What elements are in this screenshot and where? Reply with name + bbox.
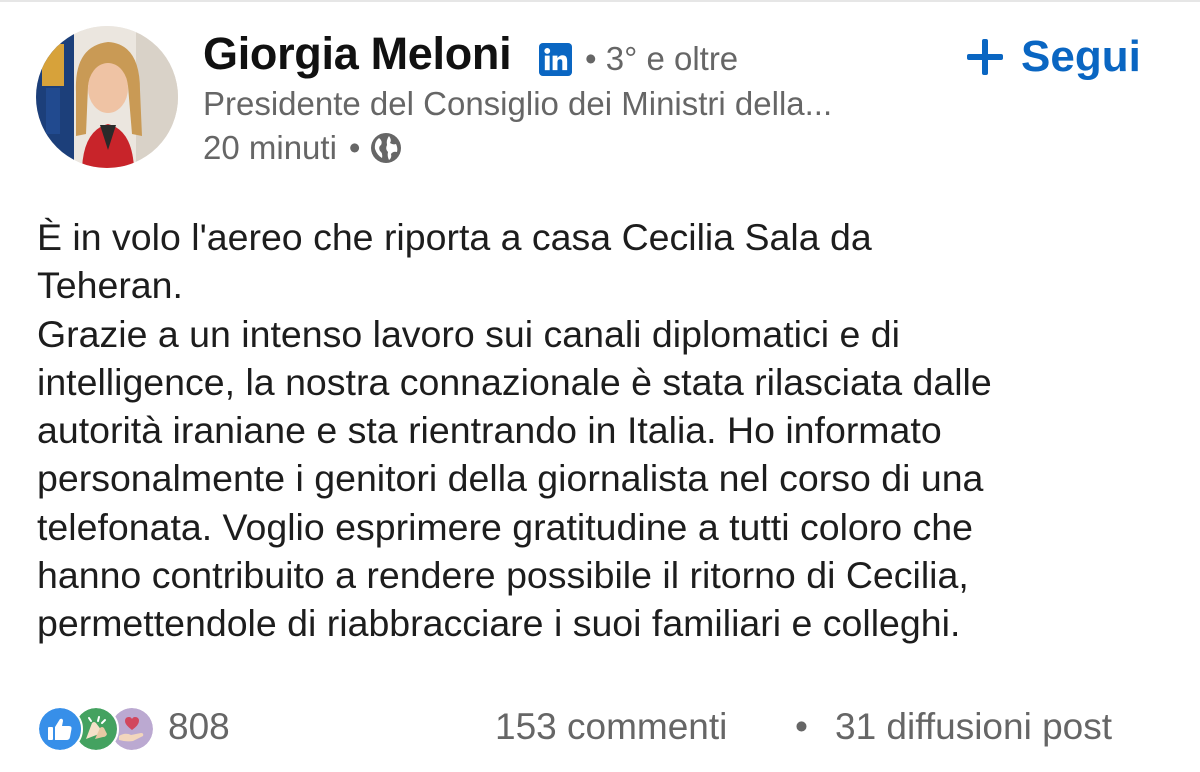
post-body: È in volo l'aereo che riporta a casa Cec…: [37, 213, 1177, 648]
post-line: telefonata. Voglio esprimere gratitudine…: [37, 505, 973, 548]
post-line: Grazie a un intenso lavoro sui canali di…: [37, 312, 900, 355]
post-line: permettendole di riabbracciare i suoi fa…: [37, 602, 961, 645]
top-divider: [0, 0, 1200, 2]
follow-label: Segui: [1021, 32, 1141, 81]
author-headline[interactable]: Presidente del Consiglio dei Ministri de…: [203, 85, 832, 123]
comments-count[interactable]: 153 commenti: [495, 706, 727, 748]
like-icon: [37, 706, 83, 752]
reposts-count[interactable]: 31 diffusioni post: [835, 706, 1112, 748]
author-name[interactable]: Giorgia Meloni: [203, 28, 512, 80]
post-line: personalmente i genitori della giornalis…: [37, 457, 984, 500]
social-separator: •: [795, 706, 808, 747]
reactions-summary[interactable]: [37, 706, 155, 752]
linkedin-icon: [539, 43, 572, 76]
avatar-photo: [36, 26, 178, 168]
post-line: autorità iraniane e sta rientrando in It…: [37, 409, 942, 452]
plus-icon: [965, 37, 1005, 77]
post-line: È in volo l'aereo che riporta a casa Cec…: [37, 216, 872, 258]
post-line: Teheran.: [37, 264, 183, 307]
connection-degree: • 3° e oltre: [585, 40, 739, 77]
meta-separator: •: [348, 129, 361, 166]
post-meta: 20 minuti •: [203, 129, 402, 167]
post-line: hanno contribuito a rendere possibile il…: [37, 554, 969, 597]
post-time: 20 minuti: [203, 129, 337, 166]
social-counts-bar: 808 153 commenti • 31 diffusioni post: [37, 704, 1200, 754]
follow-button[interactable]: Segui: [965, 30, 1141, 84]
globe-icon: [370, 132, 402, 164]
reactions-count[interactable]: 808: [168, 706, 230, 748]
post-line: intelligence, la nostra connazionale è s…: [37, 360, 992, 403]
author-avatar[interactable]: [36, 26, 178, 168]
